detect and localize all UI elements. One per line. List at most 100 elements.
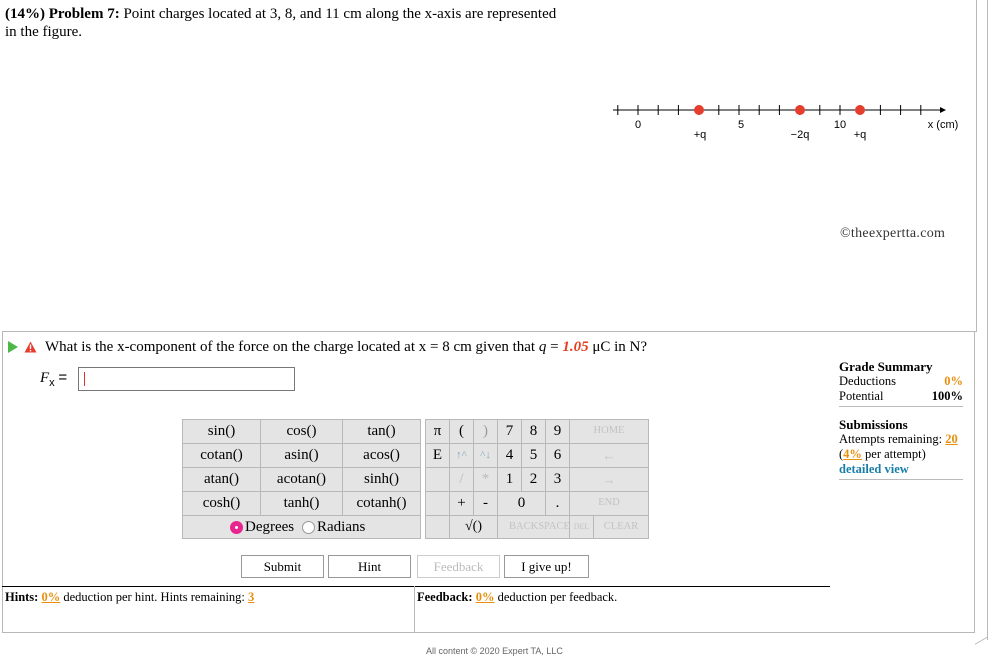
key-left-arrow[interactable]: ← (569, 443, 649, 468)
degrees-option[interactable]: Degrees (230, 515, 294, 539)
hint-button[interactable]: Hint (328, 555, 411, 578)
key-dot[interactable]: . (545, 491, 570, 516)
question-frame-right (974, 331, 975, 633)
hints-feedback-divider (414, 586, 415, 632)
key-8[interactable]: 8 (521, 419, 546, 444)
key-sqrt[interactable]: √() (449, 515, 498, 539)
deductions-value: 0% (944, 374, 963, 388)
key-sinh[interactable]: sinh() (342, 467, 421, 492)
question-text: What is the x-component of the force on … (45, 338, 536, 355)
charge-3-dot (855, 105, 865, 115)
key-cos[interactable]: cos() (260, 419, 343, 444)
feedback-deduction: 0% (475, 590, 495, 604)
question-frame-bottom (2, 632, 975, 633)
key-plus[interactable]: + (449, 491, 474, 516)
key-right-arrow[interactable]: → (569, 467, 649, 492)
keypad: sin() cos() tan() cotan() asin() acos() … (182, 419, 649, 539)
potential-row: Potential 100% (839, 389, 963, 404)
attempts-row: Attempts remaining: 20 (839, 432, 963, 447)
answer-label-eq: = (58, 369, 68, 386)
charge-2-dot (795, 105, 805, 115)
problem-number: Problem 7: (48, 6, 120, 22)
key-7[interactable]: 7 (497, 419, 522, 444)
key-home[interactable]: HOME (569, 419, 649, 444)
key-open-paren[interactable]: ( (449, 419, 474, 444)
answer-label: Fx = (40, 369, 67, 389)
hints-remaining: 3 (248, 590, 255, 604)
axis-label: x (cm) (928, 119, 959, 131)
degrees-radio[interactable] (230, 520, 243, 534)
key-minus[interactable]: - (473, 491, 498, 516)
per-attempt-label: per attempt) (865, 447, 926, 461)
submit-button[interactable]: Submit (241, 555, 324, 578)
key-down[interactable]: ^↓ (473, 443, 498, 468)
key-end[interactable]: END (569, 491, 649, 516)
key-1[interactable]: 1 (497, 467, 522, 492)
feedback-button[interactable]: Feedback (417, 555, 500, 578)
key-5[interactable]: 5 (521, 443, 546, 468)
hints-divider (2, 586, 830, 587)
hints-bar: Hints: 0% deduction per hint. Hints rema… (5, 590, 254, 605)
question-frame-top (2, 331, 976, 332)
key-9[interactable]: 9 (545, 419, 570, 444)
key-empty-1 (425, 467, 450, 492)
tick-label-0: 0 (635, 119, 641, 131)
charge-3-label: +q (854, 129, 867, 141)
key-acos[interactable]: acos() (342, 443, 421, 468)
key-up[interactable]: ↑^ (449, 443, 474, 468)
answer-input[interactable] (78, 367, 295, 391)
key-del[interactable]: DEL (569, 515, 594, 539)
key-tan[interactable]: tan() (342, 419, 421, 444)
detailed-view-link[interactable]: detailed view (839, 462, 963, 477)
hints-deduction: 0% (41, 590, 61, 604)
radians-radio[interactable] (302, 520, 315, 534)
key-acotan[interactable]: acotan() (260, 467, 343, 492)
key-0[interactable]: 0 (497, 491, 546, 516)
key-cotan[interactable]: cotan() (182, 443, 261, 468)
potential-label: Potential (839, 389, 884, 403)
question-unit: μC in N? (592, 338, 648, 355)
key-pi[interactable]: π (425, 419, 450, 444)
key-slash[interactable]: / (449, 467, 474, 492)
hints-text: deduction per hint. Hints remaining: (63, 590, 245, 604)
key-sin[interactable]: sin() (182, 419, 261, 444)
feedback-label: Feedback: (417, 590, 473, 604)
play-icon[interactable] (8, 341, 18, 353)
radians-option[interactable]: Radians (302, 515, 365, 539)
key-e[interactable]: E (425, 443, 450, 468)
question-value: 1.05 (562, 338, 589, 355)
feedback-text: deduction per feedback. (497, 590, 618, 604)
key-atan[interactable]: atan() (182, 467, 261, 492)
key-empty-3 (425, 515, 450, 539)
question-var: q (538, 338, 547, 355)
attempts-value: 20 (945, 432, 958, 446)
question-frame-left (2, 331, 3, 633)
radians-label: Radians (317, 518, 366, 535)
hints-label: Hints: (5, 590, 39, 604)
key-close-paren[interactable]: ) (473, 419, 498, 444)
key-clear[interactable]: CLEAR (593, 515, 649, 539)
question-equals: = (550, 338, 559, 355)
frame-right-border (976, 0, 977, 332)
potential-value: 100% (931, 389, 963, 403)
degrees-label: Degrees (245, 518, 295, 535)
warning-icon (24, 341, 37, 353)
tick-label-5: 5 (738, 119, 744, 131)
key-cotanh[interactable]: cotanh() (342, 491, 421, 516)
key-cosh[interactable]: cosh() (182, 491, 261, 516)
key-3[interactable]: 3 (545, 467, 570, 492)
key-star[interactable]: * (473, 467, 498, 492)
key-asin[interactable]: asin() (260, 443, 343, 468)
feedback-bar: Feedback: 0% deduction per feedback. (417, 590, 617, 605)
text-caret (84, 372, 85, 386)
grade-summary-title: Grade Summary (839, 359, 933, 374)
question-row: What is the x-component of the force on … (8, 338, 647, 356)
per-attempt-pct: 4% (843, 447, 862, 461)
key-tanh[interactable]: tanh() (260, 491, 343, 516)
key-4[interactable]: 4 (497, 443, 522, 468)
key-2[interactable]: 2 (521, 467, 546, 492)
key-6[interactable]: 6 (545, 443, 570, 468)
key-empty-2 (425, 491, 450, 516)
problem-statement: (14%) Problem 7: Point charges located a… (5, 5, 565, 41)
give-up-button[interactable]: I give up! (504, 555, 589, 578)
